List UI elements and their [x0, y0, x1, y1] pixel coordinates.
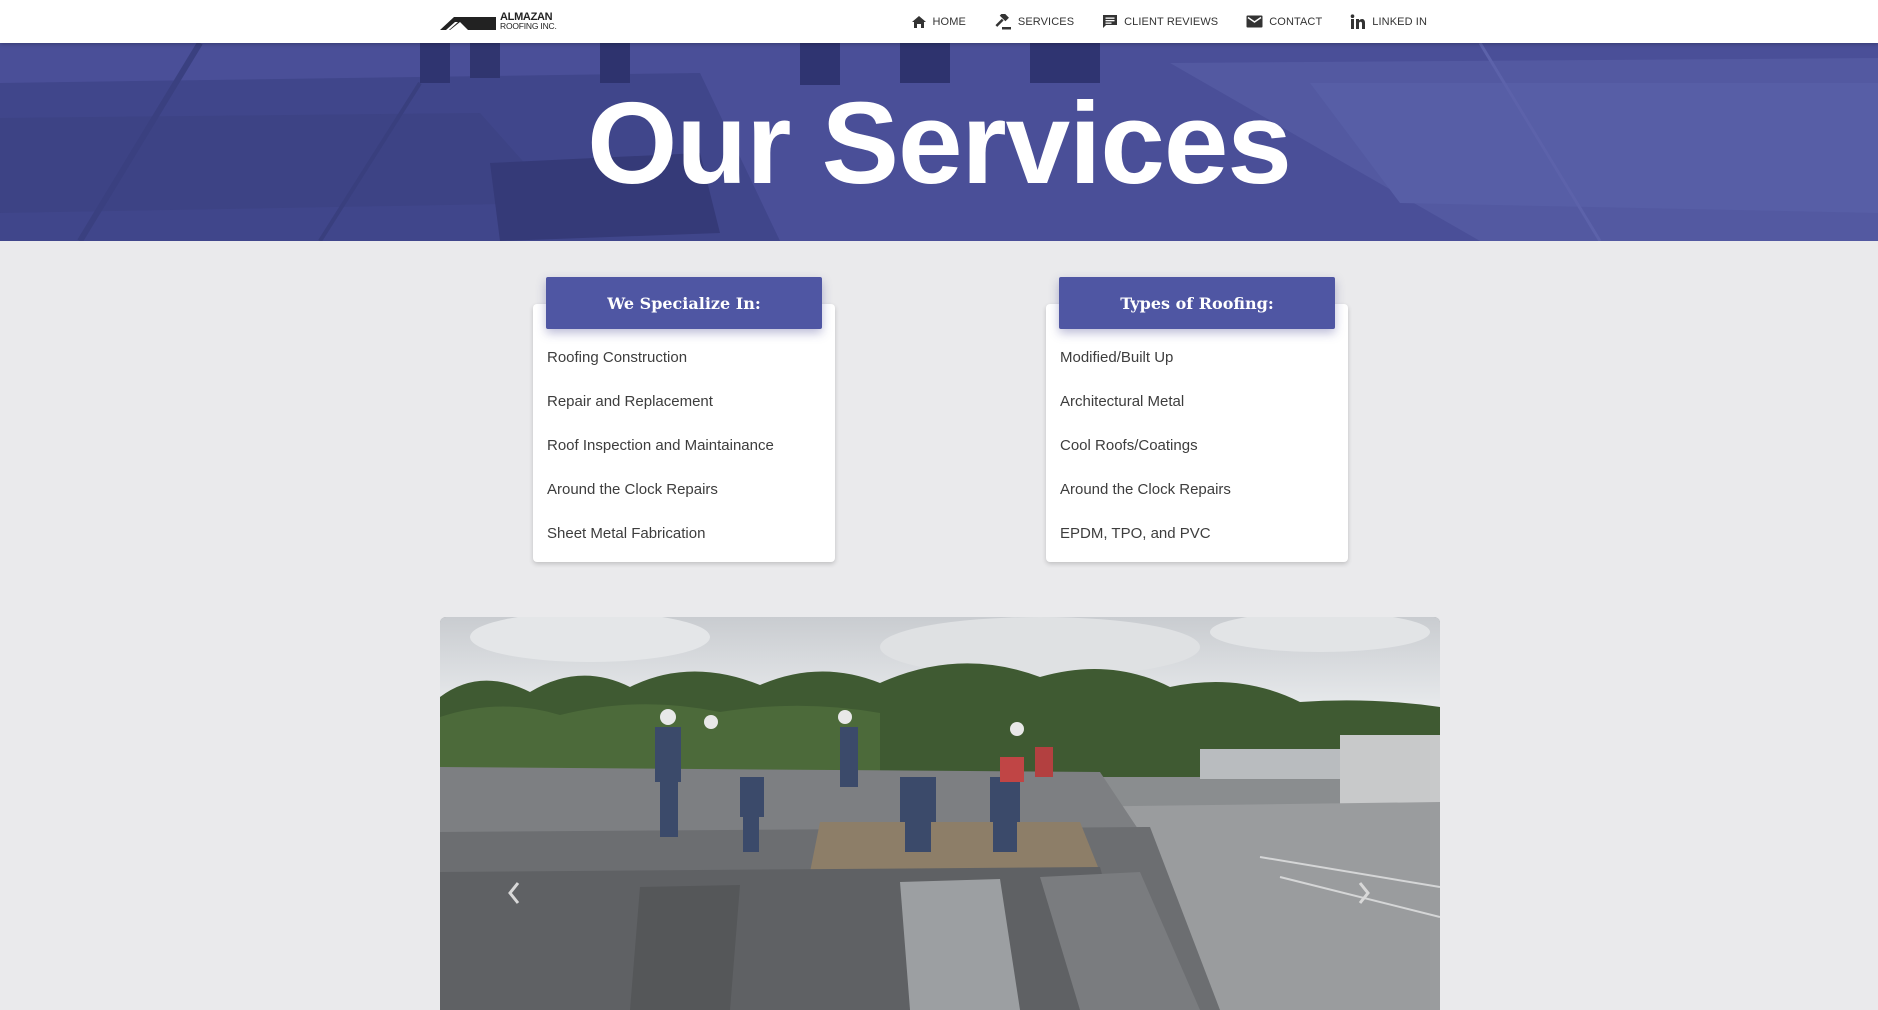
home-icon: [911, 15, 926, 28]
nav-contact-label: CONTACT: [1269, 15, 1323, 28]
nav-home[interactable]: HOME: [911, 15, 966, 29]
nav-services-label: SERVICES: [1017, 15, 1075, 28]
nav-client-reviews[interactable]: CLIENT REVIEWS: [1102, 14, 1218, 29]
top-nav-bar: ALMAZAN ROOFING INC. HOME SERVICES CLIEN…: [0, 0, 1878, 43]
list-item: Cool Roofs/Coatings: [1060, 437, 1198, 454]
list-item: Around the Clock Repairs: [1060, 481, 1231, 498]
brand-logo[interactable]: ALMAZAN ROOFING INC.: [440, 10, 557, 34]
chevron-left-icon: [508, 882, 520, 904]
page-title: Our Services: [587, 78, 1292, 208]
list-item: EPDM, TPO, and PVC: [1060, 525, 1211, 542]
list-item: Modified/Built Up: [1060, 349, 1174, 366]
brand-subname: ROOFING INC.: [500, 21, 557, 31]
nav-services[interactable]: SERVICES: [994, 13, 1075, 30]
comment-icon: [1103, 15, 1118, 28]
list-item: Sheet Metal Fabrication: [547, 525, 706, 542]
nav-contact[interactable]: CONTACT: [1246, 15, 1322, 28]
carousel-prev-button[interactable]: [504, 878, 524, 908]
main-nav: HOME SERVICES CLIENT REVIEWS CONTACT LIN…: [883, 0, 1428, 43]
nav-linkedin-label: LINKED IN: [1372, 15, 1427, 28]
nav-linkedin[interactable]: LINKED IN: [1350, 13, 1427, 30]
specialize-list: Roofing Construction Repair and Replacem…: [547, 349, 774, 569]
mail-icon: [1246, 15, 1263, 28]
linkedin-icon: [1350, 13, 1366, 29]
list-item: Roofing Construction: [547, 349, 688, 366]
roofing-types-card: Modified/Built Up Architectural Metal Co…: [1046, 304, 1348, 562]
specialize-card: Roofing Construction Repair and Replacem…: [533, 304, 835, 562]
nav-client-reviews-label: CLIENT REVIEWS: [1124, 15, 1219, 28]
nav-home-label: HOME: [932, 15, 966, 28]
carousel-next-button[interactable]: [1354, 878, 1374, 908]
list-item: Roof Inspection and Maintainance: [547, 437, 774, 454]
roofing-types-list: Modified/Built Up Architectural Metal Co…: [1060, 349, 1231, 569]
carousel-photo: [440, 617, 1440, 1010]
gavel-icon: [995, 13, 1011, 29]
photo-carousel[interactable]: [440, 617, 1440, 1010]
roofing-types-card-header: Types of Roofing:: [1059, 277, 1335, 329]
hero-banner: Our Services: [0, 43, 1878, 241]
specialize-card-header: We Specialize In:: [546, 277, 822, 329]
chevron-right-icon: [1358, 882, 1370, 904]
list-item: Architectural Metal: [1060, 393, 1185, 410]
list-item: Around the Clock Repairs: [547, 481, 718, 498]
roof-logo-icon: [440, 17, 496, 30]
list-item: Repair and Replacement: [547, 393, 713, 410]
